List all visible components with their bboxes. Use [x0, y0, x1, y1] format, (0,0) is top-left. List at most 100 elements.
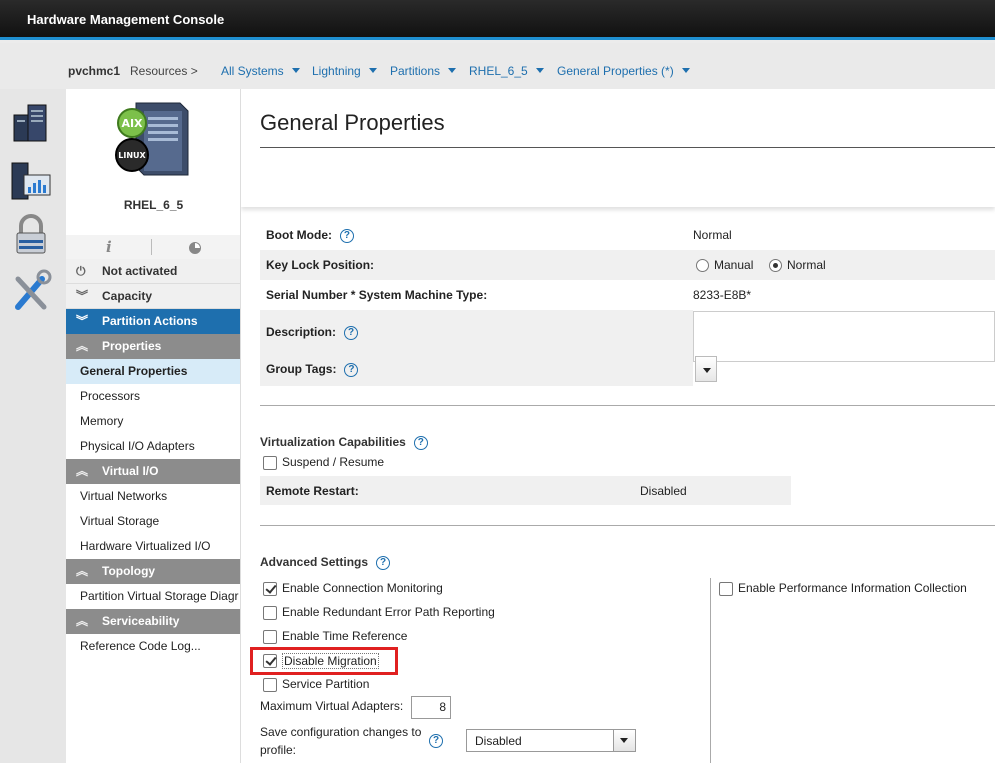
server-os-icon: AIX LINUX [115, 102, 189, 176]
chevron-down-icon[interactable] [681, 68, 690, 73]
serial-label: Serial Number * System Machine Type: [266, 288, 488, 302]
nav-section-partition-actions[interactable]: ︾ Partition Actions [66, 309, 240, 334]
remote-restart-value: Disabled [640, 484, 687, 498]
servers-icon[interactable] [10, 101, 52, 145]
time-reference-label[interactable]: Enable Time Reference [282, 629, 407, 643]
advanced-settings-heading: Advanced Settings? [260, 555, 391, 570]
nav-section-serviceability[interactable]: ︽ Serviceability [66, 609, 240, 634]
partition-status: ⏻ Not activated [66, 259, 240, 284]
service-partition-label[interactable]: Service Partition [282, 677, 369, 691]
pie-chart-icon[interactable] [189, 242, 201, 254]
description-row: Description:? [260, 310, 693, 354]
performance-collection-checkbox[interactable] [719, 582, 733, 596]
breadcrumb-all-systems[interactable]: All Systems [221, 64, 300, 78]
nav-section-capacity[interactable]: ︾ Capacity [66, 284, 240, 309]
save-config-label-line2: profile: [260, 743, 297, 757]
breadcrumb-host[interactable]: pvchmc1 [68, 64, 120, 78]
nav-section-topology[interactable]: ︽ Topology [66, 559, 240, 584]
redundant-error-path-checkbox[interactable] [263, 606, 277, 620]
help-icon[interactable]: ? [339, 228, 354, 243]
chevron-down-icon[interactable] [448, 68, 457, 73]
aix-badge-text: AIX [121, 117, 143, 130]
suspend-resume-label[interactable]: Suspend / Resume [282, 455, 384, 469]
chevron-up-icon: ︽ [76, 464, 89, 478]
breadcrumb-lightning[interactable]: Lightning [312, 64, 377, 78]
key-lock-normal-option[interactable]: Normal [769, 258, 826, 273]
column-divider [710, 578, 711, 763]
suspend-resume-checkbox[interactable] [263, 456, 277, 470]
section-divider [260, 405, 995, 406]
nav-item-processors[interactable]: Processors [66, 384, 240, 409]
max-virtual-adapters-input[interactable]: 8 [411, 696, 451, 719]
page-title: General Properties [260, 110, 445, 135]
main-content: General Properties Boot Mode:? Normal Ke… [241, 89, 995, 763]
chevron-up-icon: ︽ [76, 339, 89, 353]
key-lock-label: Key Lock Position: [266, 258, 375, 272]
nav-item-memory[interactable]: Memory [66, 409, 240, 434]
help-icon[interactable]: ? [376, 555, 391, 570]
help-icon[interactable]: ? [413, 435, 428, 450]
navigation-panel: AIX LINUX RHEL_6_5 i ⏻ Not activated ︾ C… [66, 89, 241, 763]
nav-item-partition-virtual-storage-diagram[interactable]: Partition Virtual Storage Diagr [66, 584, 240, 609]
redundant-error-path-label[interactable]: Enable Redundant Error Path Reporting [282, 605, 495, 619]
linux-badge-text: LINUX [118, 151, 146, 160]
save-config-select[interactable]: Disabled [466, 729, 636, 752]
app-title: Hardware Management Console [27, 12, 225, 27]
help-icon[interactable]: ? [344, 325, 359, 340]
chevron-down-icon[interactable] [291, 68, 300, 73]
breadcrumb-resources[interactable]: Resources > [130, 64, 198, 78]
time-reference-checkbox[interactable] [263, 630, 277, 644]
highlight-box [250, 647, 398, 675]
nav-item-virtual-networks[interactable]: Virtual Networks [66, 484, 240, 509]
description-field[interactable] [693, 311, 995, 362]
key-lock-manual-option[interactable]: Manual [696, 258, 753, 273]
save-config-selected-value: Disabled [475, 734, 522, 748]
title-bar: Hardware Management Console [0, 0, 995, 40]
tools-icon[interactable] [10, 269, 52, 313]
chevron-down-icon[interactable] [368, 68, 377, 73]
breadcrumb: pvchmc1 Resources > All Systems Lightnin… [0, 43, 995, 89]
serial-row: Serial Number * System Machine Type: 823… [260, 282, 995, 308]
description-label: Description:? [266, 325, 359, 340]
monitor-chart-icon[interactable] [10, 159, 52, 203]
nav-item-physical-io-adapters[interactable]: Physical I/O Adapters [66, 434, 240, 459]
group-tags-row: Group Tags:? [260, 354, 693, 386]
dropdown-caret-icon [620, 738, 628, 743]
breadcrumb-partitions[interactable]: Partitions [390, 64, 457, 78]
dropdown-caret-icon [703, 368, 711, 373]
info-icon[interactable]: i [106, 238, 112, 256]
chevron-down-icon[interactable] [535, 68, 544, 73]
remote-restart-row: Remote Restart: Disabled [260, 476, 791, 505]
remote-restart-label: Remote Restart: [266, 484, 359, 498]
boot-mode-label: Boot Mode:? [266, 228, 354, 243]
key-lock-row: Key Lock Position: Manual Normal [260, 250, 995, 280]
key-lock-manual-radio[interactable] [696, 259, 709, 273]
help-icon[interactable]: ? [429, 734, 443, 748]
partition-name: RHEL_6_5 [123, 198, 184, 212]
section-divider [260, 525, 995, 526]
performance-collection-label[interactable]: Enable Performance Information Collectio… [738, 581, 967, 595]
nav-item-general-properties[interactable]: General Properties [66, 359, 240, 384]
breadcrumb-general-properties[interactable]: General Properties (*) [557, 64, 690, 78]
nav-item-reference-code-log[interactable]: Reference Code Log... [66, 634, 240, 659]
nav-section-properties[interactable]: ︽ Properties [66, 334, 240, 359]
lock-icon[interactable] [10, 213, 52, 257]
virtualization-heading: Virtualization Capabilities? [260, 435, 428, 450]
save-config-label-line1: Save configuration changes to [260, 725, 422, 739]
select-button[interactable] [613, 730, 635, 751]
breadcrumb-partition-name[interactable]: RHEL_6_5 [469, 64, 544, 78]
power-icon: ⏻ [76, 264, 86, 278]
connection-monitoring-checkbox[interactable] [263, 582, 277, 596]
boot-mode-row: Boot Mode:? Normal [260, 222, 995, 248]
nav-section-virtual-io[interactable]: ︽ Virtual I/O [66, 459, 240, 484]
help-icon[interactable]: ? [344, 362, 359, 377]
nav-item-virtual-storage[interactable]: Virtual Storage [66, 509, 240, 534]
connection-monitoring-label[interactable]: Enable Connection Monitoring [282, 581, 443, 595]
chevron-up-icon: ︽ [76, 614, 89, 628]
max-virtual-adapters-label: Maximum Virtual Adapters: [260, 699, 404, 713]
service-partition-checkbox[interactable] [263, 678, 277, 692]
nav-item-hardware-virtualized-io[interactable]: Hardware Virtualized I/O [66, 534, 240, 559]
chevron-down-icon: ︾ [76, 289, 89, 303]
group-tags-dropdown[interactable] [695, 356, 717, 382]
key-lock-normal-radio[interactable] [769, 259, 782, 273]
